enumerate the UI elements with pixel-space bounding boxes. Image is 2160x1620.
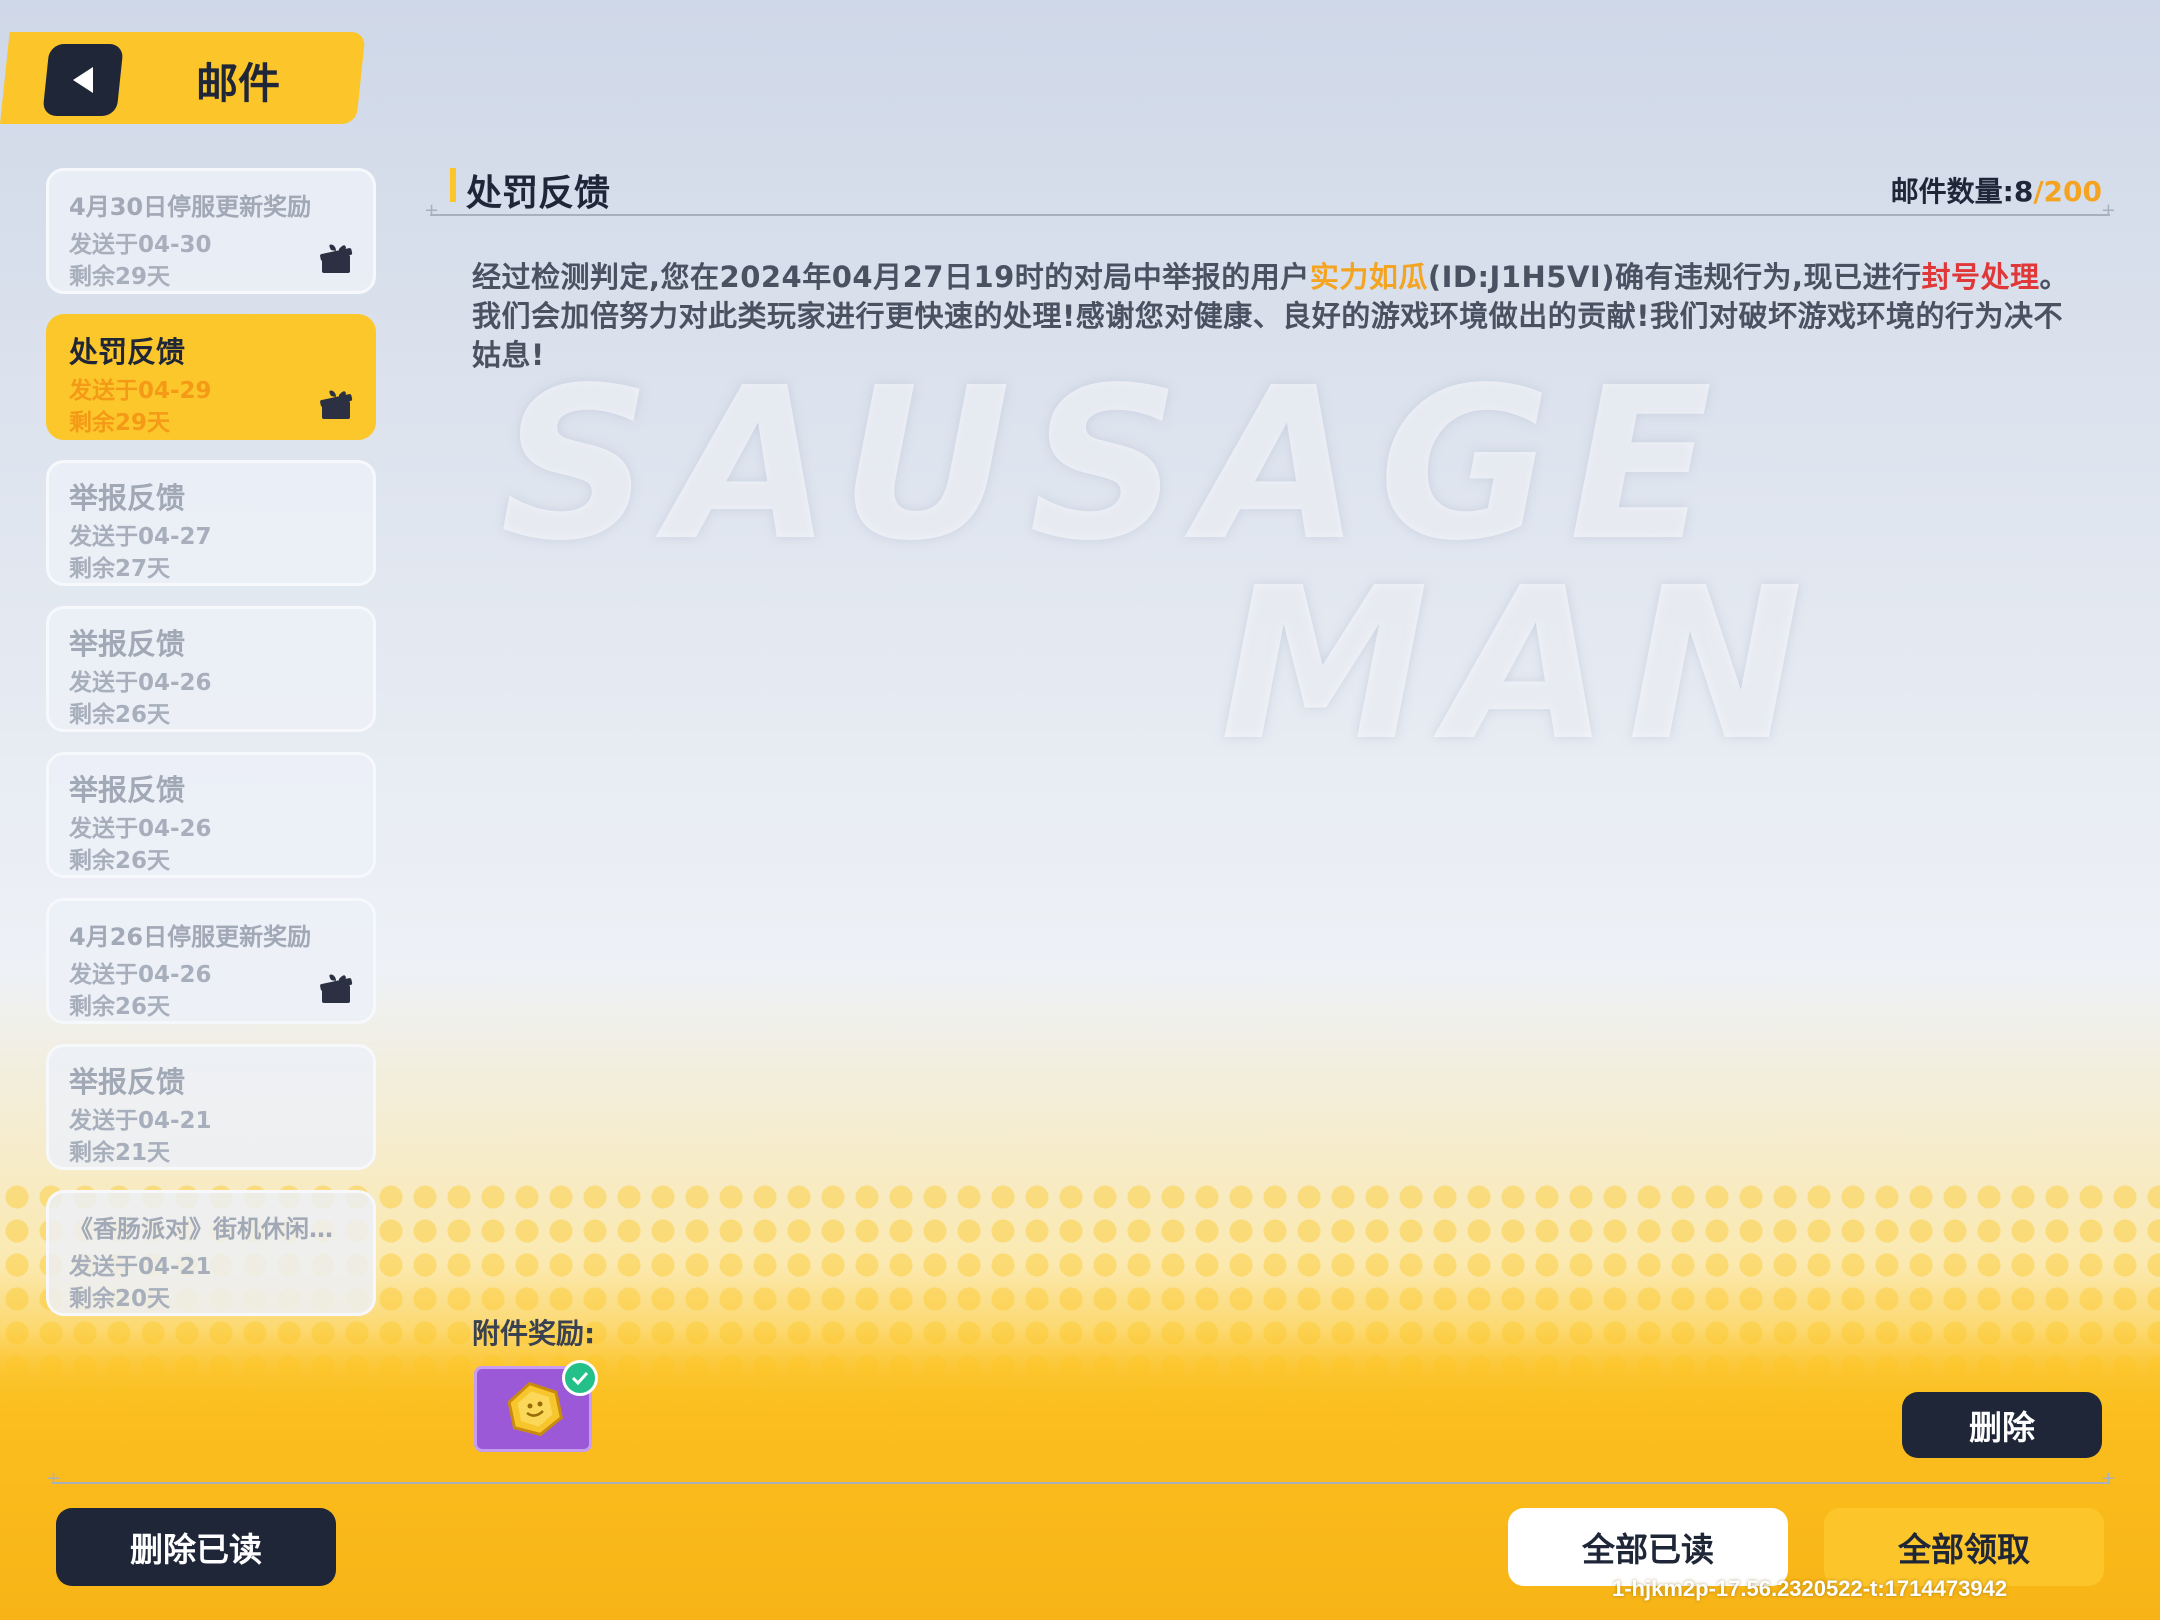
- mail-item-remaining: 剩余26天: [69, 702, 171, 728]
- title-accent: [450, 168, 456, 202]
- mail-item-remaining: 剩余29天: [69, 264, 171, 290]
- mail-item-title: 《香肠派对》街机休闲…: [69, 1215, 333, 1243]
- mail-item-title: 举报反馈: [69, 627, 186, 661]
- mail-body: 经过检测判定,您在2024年04月27日19时的对局中举报的用户实力如瓜(ID:…: [472, 258, 2072, 375]
- claimed-check-icon: [562, 1360, 598, 1396]
- penalty-action: 封号处理: [1921, 260, 2040, 294]
- gift-icon: [319, 973, 353, 1005]
- footer-divider: [46, 1468, 2116, 1489]
- mail-item-title: 举报反馈: [69, 1065, 186, 1099]
- mail-item-remaining: 剩余26天: [69, 994, 171, 1020]
- watermark-line2: MAN: [1220, 542, 1822, 787]
- read-all-button[interactable]: 全部已读: [1508, 1508, 1788, 1586]
- reported-user-name: 实力如瓜: [1309, 260, 1428, 294]
- mail-item-date: 发送于04-26: [69, 962, 212, 988]
- mail-count-current: 8: [2013, 175, 2034, 208]
- mail-item-remaining: 剩余29天: [69, 410, 171, 436]
- mail-count-separator: /: [2033, 175, 2044, 208]
- mail-item-title: 举报反馈: [69, 773, 186, 807]
- mail-list-item[interactable]: 举报反馈发送于04-27 剩余27天: [46, 460, 376, 586]
- page-title: 邮件: [196, 59, 281, 108]
- header-divider: [424, 200, 2116, 221]
- coin-icon: [507, 1381, 564, 1437]
- game-logo-watermark: SAUSAGE MAN: [480, 360, 2120, 800]
- mail-list-item[interactable]: 处罚反馈发送于04-29 剩余29天: [46, 314, 376, 440]
- mail-list-item[interactable]: 4月30日停服更新奖励 发送于04-30 剩余29天: [46, 168, 376, 294]
- mail-list-item[interactable]: 4月26日停服更新奖励 发送于04-26 剩余26天: [46, 898, 376, 1024]
- body-text-2: (ID:J1H5VI)确有违规行为,现已进行: [1427, 260, 1922, 294]
- mail-item-date: 发送于04-21: [69, 1108, 212, 1134]
- mail-item-title: 处罚反馈: [69, 335, 186, 369]
- delete-read-button[interactable]: 删除已读: [56, 1508, 336, 1586]
- mail-list-item[interactable]: 举报反馈发送于04-26 剩余26天: [46, 752, 376, 878]
- mail-item-remaining: 剩余21天: [69, 1140, 171, 1166]
- gift-icon: [319, 243, 353, 275]
- mail-item-date: 发送于04-26: [69, 816, 212, 842]
- mail-item-title: 4月30日停服更新奖励: [69, 193, 312, 221]
- mail-item-remaining: 剩余27天: [69, 556, 171, 582]
- mail-item-date: 发送于04-21: [69, 1254, 212, 1280]
- mail-item-date: 发送于04-26: [69, 670, 212, 696]
- mail-item-remaining: 剩余20天: [69, 1286, 171, 1312]
- claim-all-button[interactable]: 全部领取: [1824, 1508, 2104, 1586]
- watermark-line1: SAUSAGE: [500, 342, 1731, 587]
- mail-item-date: 发送于04-30: [69, 232, 212, 258]
- mail-item-title: 举报反馈: [69, 481, 186, 515]
- mail-list: 4月30日停服更新奖励 发送于04-30 剩余29天 处罚反馈 发送于04-29 剩余29…: [46, 168, 382, 1336]
- mail-title: 处罚反馈: [466, 173, 611, 214]
- mail-item-date: 发送于04-29: [69, 378, 212, 404]
- attachment-label: 附件奖励:: [472, 1317, 596, 1350]
- back-arrow-icon: [73, 67, 93, 93]
- delete-button[interactable]: 删除: [1902, 1392, 2102, 1458]
- mail-count-max: 200: [2043, 175, 2102, 208]
- gift-icon: [319, 389, 353, 421]
- mail-count: 邮件数量:8/200: [1891, 170, 2102, 210]
- mail-count-label: 邮件数量:: [1890, 175, 2014, 208]
- build-info: 1-hjkm2p-17.56.2320522-t:1714473942: [1612, 1576, 2008, 1601]
- back-button[interactable]: [42, 44, 124, 116]
- mail-item-remaining: 剩余26天: [69, 848, 171, 874]
- body-text-1: 经过检测判定,您在2024年04月27日19时的对局中举报的用户: [472, 260, 1310, 294]
- mail-list-item[interactable]: 举报反馈发送于04-21 剩余21天: [46, 1044, 376, 1170]
- mail-list-item[interactable]: 举报反馈发送于04-26 剩余26天: [46, 606, 376, 732]
- mail-list-item[interactable]: 《香肠派对》街机休闲… 发送于04-21 剩余20天: [46, 1190, 376, 1316]
- mail-item-date: 发送于04-27: [69, 524, 212, 550]
- mail-item-title: 4月26日停服更新奖励: [69, 923, 312, 951]
